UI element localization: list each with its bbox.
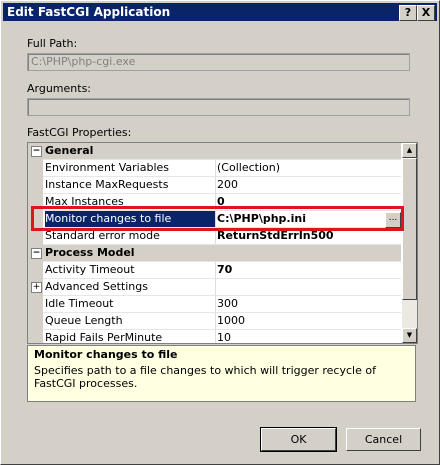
arguments-label: Arguments: [27,82,92,95]
property-name: Rapid Fails PerMinute [45,330,216,343]
category-label: General [45,144,94,157]
ok-button[interactable]: OK [261,428,336,451]
property-row[interactable]: Queue Length 1000 [28,313,401,330]
property-name: Instance MaxRequests [45,177,216,193]
row-gutter: − [28,143,43,160]
property-value[interactable]: 1000 [217,313,397,329]
arguments-field[interactable] [27,98,410,116]
property-row[interactable]: Instance MaxRequests 200 [28,177,401,194]
description-title: Monitor changes to file [34,348,178,361]
property-value[interactable]: 300 [217,296,397,312]
expand-icon[interactable]: + [31,282,42,293]
red-highlight-box [31,206,404,231]
property-name: Queue Length [45,313,216,329]
title-bar: Edit FastCGI Application ? X [3,3,437,21]
collapse-icon[interactable]: − [31,146,42,157]
close-button[interactable]: X [417,5,435,21]
property-name: Activity Timeout [45,262,216,278]
property-row[interactable]: Environment Variables (Collection) [28,160,401,177]
vertical-scrollbar[interactable]: ▲ ▼ [402,143,417,343]
category-label: Process Model [45,246,135,259]
property-value[interactable] [217,279,397,295]
description-text: Specifies path to a file changes to whic… [34,364,376,390]
row-gutter [28,177,43,194]
property-name: Advanced Settings [45,279,216,295]
property-row[interactable]: Rapid Fails PerMinute 10 [28,330,401,343]
scrollbar-thumb[interactable] [402,158,417,300]
full-path-field[interactable]: C:\PHP\php-cgi.exe [27,53,410,71]
property-row[interactable]: Activity Timeout 70 [28,262,401,279]
row-gutter [28,262,43,279]
row-gutter: − [28,245,43,262]
scroll-up-arrow-icon[interactable]: ▲ [402,143,417,158]
category-general[interactable]: − General [28,143,401,160]
property-value[interactable]: 10 [217,330,397,343]
row-gutter [28,160,43,177]
fastcgi-properties-label: FastCGI Properties: [27,126,132,139]
property-value[interactable]: 200 [217,177,397,193]
description-panel: Monitor changes to file Specifies path t… [27,345,416,402]
category-process-model[interactable]: − Process Model [28,245,401,262]
row-gutter: + [28,279,43,296]
full-path-label: Full Path: [27,37,78,50]
help-button[interactable]: ? [399,5,417,21]
property-name: Environment Variables [45,160,216,176]
scroll-down-arrow-icon[interactable]: ▼ [402,328,417,343]
property-row[interactable]: + Advanced Settings [28,279,401,296]
cancel-button[interactable]: Cancel [346,428,421,451]
dialog-window: Edit FastCGI Application ? X Full Path: … [0,0,440,465]
collapse-icon[interactable]: − [31,248,42,259]
row-gutter [28,313,43,330]
property-name: Idle Timeout [45,296,216,312]
property-row[interactable]: Idle Timeout 300 [28,296,401,313]
window-title: Edit FastCGI Application [7,5,171,19]
row-gutter [28,296,43,313]
property-value[interactable]: (Collection) [217,160,397,176]
row-gutter [28,330,43,343]
property-value[interactable]: 70 [217,262,397,278]
property-grid: − General Environment Variables (Collect… [27,142,418,344]
